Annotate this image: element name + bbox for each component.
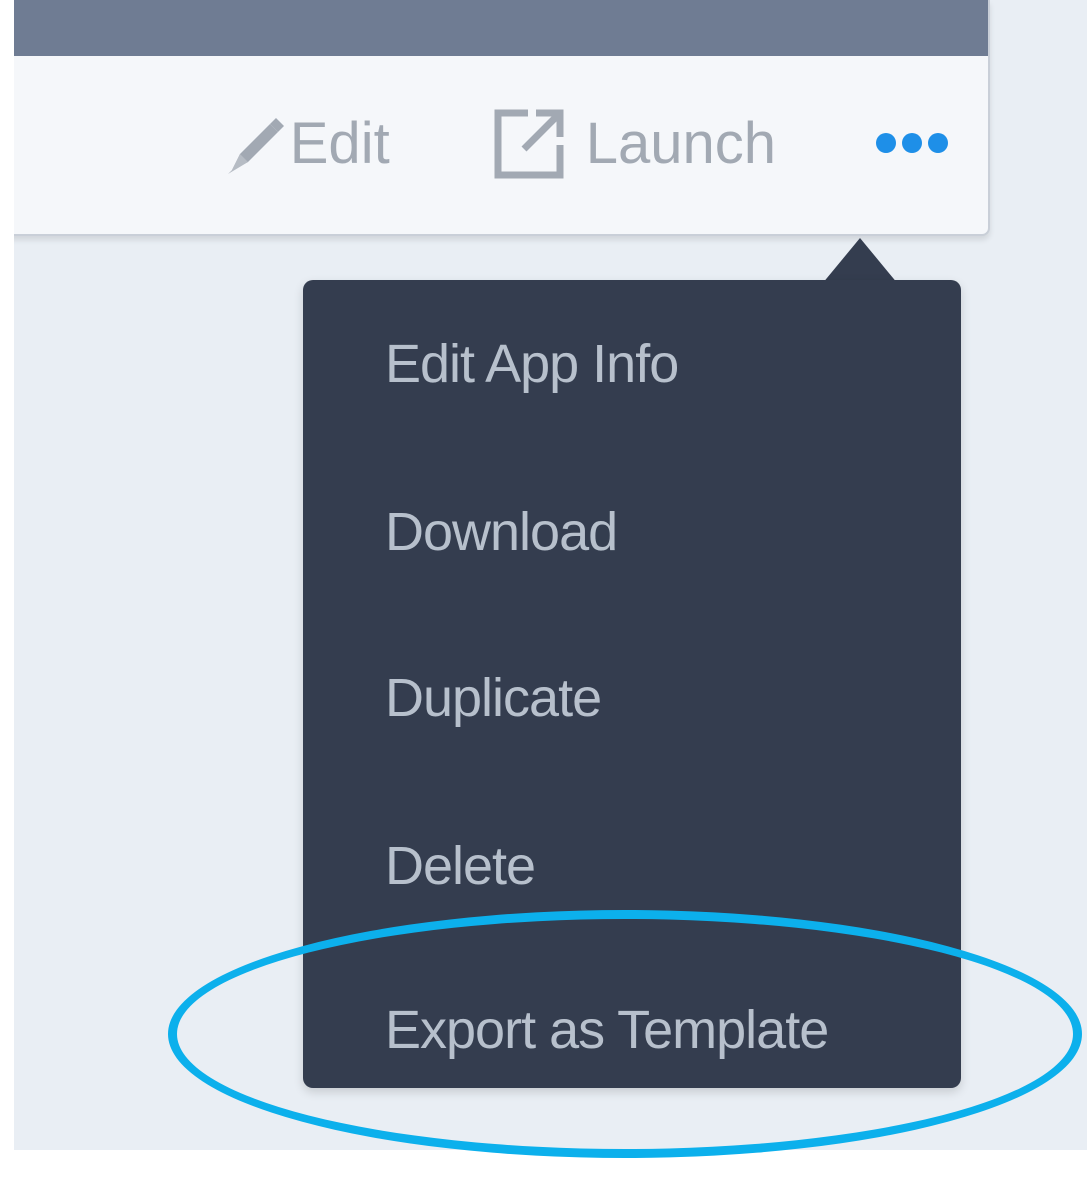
- launch-label: Launch: [585, 110, 776, 176]
- external-link-icon: [490, 103, 570, 183]
- app-card-header: [14, 0, 988, 56]
- menu-item-edit-app-info[interactable]: Edit App Info: [385, 324, 679, 404]
- more-options-button[interactable]: [876, 133, 948, 153]
- app-card-actions: Edit Launch: [218, 98, 948, 188]
- app-card: Edit Launch: [14, 0, 990, 236]
- menu-item-delete[interactable]: Delete: [385, 826, 536, 906]
- launch-button[interactable]: Launch: [490, 103, 776, 183]
- dropdown-caret: [822, 238, 898, 284]
- ellipsis-icon: [876, 133, 896, 153]
- app-background: Edit Launch Edit App Info Download Dupli…: [14, 0, 1087, 1150]
- ellipsis-icon-dot: [928, 133, 948, 153]
- more-options-menu: Edit App Info Download Duplicate Delete …: [303, 280, 961, 1088]
- pencil-icon: [218, 108, 288, 178]
- ellipsis-icon-dot: [902, 133, 922, 153]
- edit-label: Edit: [289, 110, 390, 176]
- edit-button[interactable]: Edit: [218, 108, 390, 178]
- menu-item-download[interactable]: Download: [385, 492, 618, 572]
- menu-item-export-as-template[interactable]: Export as Template: [385, 990, 829, 1070]
- menu-item-duplicate[interactable]: Duplicate: [385, 658, 602, 738]
